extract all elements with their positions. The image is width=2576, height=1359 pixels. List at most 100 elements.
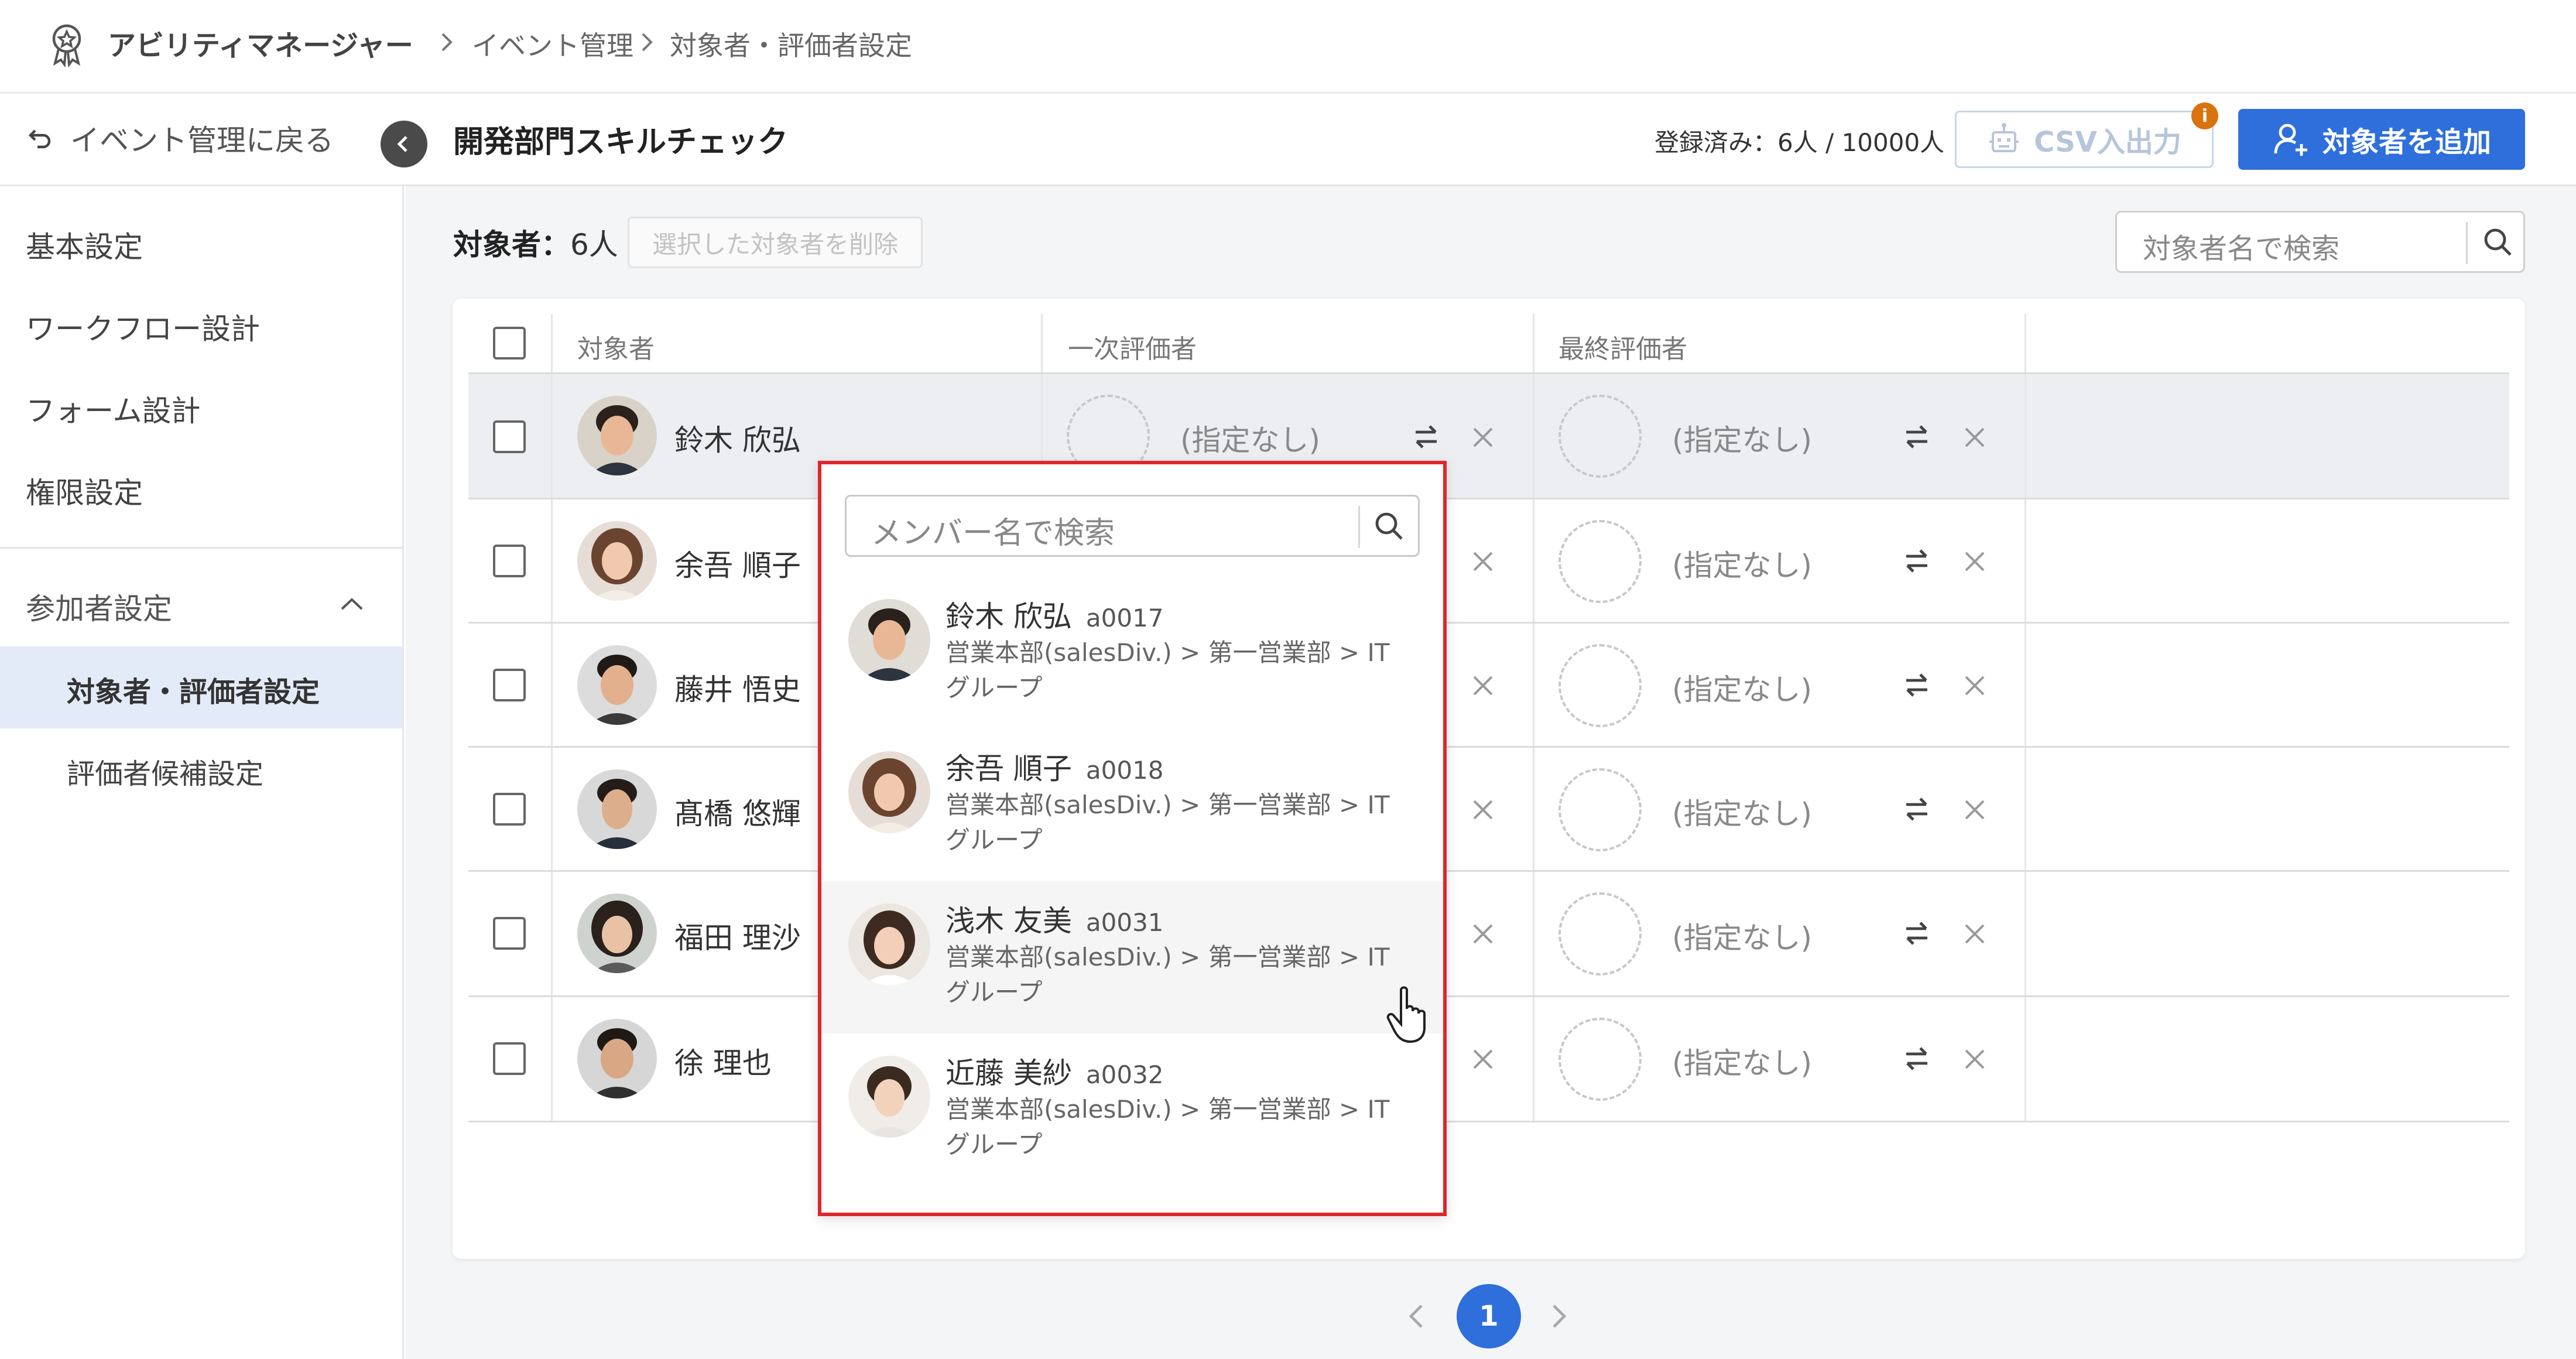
member-name-text: 浅木 友美 — [946, 904, 1072, 938]
swap-icon[interactable] — [1899, 1041, 1934, 1076]
evaluator-placeholder-avatar — [1558, 1018, 1642, 1101]
target-name: 余吾 順子 — [674, 549, 801, 583]
member-name: 近藤 美紗 a0032 — [946, 1050, 1164, 1092]
close-icon[interactable] — [1961, 548, 1988, 575]
row-checkbox[interactable] — [493, 669, 526, 701]
add-target-button[interactable]: 対象者を追加 — [2238, 109, 2525, 170]
sidebar-group-participants[interactable]: 参加者設定 — [26, 586, 172, 628]
swap-icon[interactable] — [1899, 916, 1934, 951]
close-icon[interactable] — [1469, 1046, 1496, 1073]
member-select-dropdown: メンバー名で検索 鈴木 欣弘 a0017 営業本部(salesDiv.) > 第一… — [818, 461, 1447, 1216]
chevron-left-icon — [393, 133, 415, 155]
close-icon[interactable] — [1469, 920, 1496, 947]
search-icon[interactable] — [2481, 225, 2514, 258]
sidebar-item-target-evaluator[interactable]: 対象者・評価者設定 — [67, 669, 320, 710]
member-name: 鈴木 欣弘 a0017 — [946, 593, 1164, 635]
row-divider — [468, 746, 2509, 748]
next-page-icon[interactable] — [1547, 1301, 1570, 1331]
close-icon[interactable] — [1961, 424, 1988, 451]
member-org: 営業本部(salesDiv.) > 第一営業部 > ITグループ — [946, 790, 1390, 854]
close-icon[interactable] — [1961, 796, 1988, 823]
chevron-up-icon[interactable] — [338, 595, 365, 612]
member-search-input[interactable]: メンバー名で検索 — [845, 495, 1420, 557]
registered-count: 登録済み：6人 / 10000人 — [1654, 128, 1945, 157]
swap-icon[interactable] — [1899, 667, 1934, 703]
member-search-placeholder: メンバー名で検索 — [871, 516, 1115, 551]
swap-icon[interactable] — [1409, 419, 1444, 454]
collapse-sidebar-button[interactable] — [381, 121, 427, 167]
close-icon[interactable] — [1469, 672, 1496, 699]
close-icon[interactable] — [1961, 920, 1988, 947]
member-name: 浅木 友美 a0031 — [946, 898, 1164, 940]
breadcrumb-app-name[interactable]: アビリティマネージャー — [108, 22, 413, 63]
column-header-target: 対象者 — [577, 334, 655, 364]
final-evaluator-value: (指定なし) — [1672, 921, 1813, 955]
swap-icon[interactable] — [1899, 543, 1934, 578]
search-divider — [1358, 506, 1360, 548]
final-evaluator-value: (指定なし) — [1672, 1046, 1813, 1080]
target-count: 対象者：6人 — [453, 221, 618, 263]
sidebar-item-permission[interactable]: 権限設定 — [26, 470, 143, 512]
member-option[interactable]: 鈴木 欣弘 a0017 営業本部(salesDiv.) > 第一営業部 > ITグ… — [821, 577, 1443, 729]
page-button-current[interactable]: 1 — [1457, 1284, 1521, 1348]
member-name: 余吾 順子 a0018 — [946, 745, 1164, 788]
member-option[interactable]: 浅木 友美 a0031 営業本部(salesDiv.) > 第一営業部 > ITグ… — [821, 881, 1443, 1033]
avatar — [848, 1056, 930, 1138]
sidebar-item-workflow[interactable]: ワークフロー設計 — [26, 306, 260, 348]
avatar — [577, 1019, 657, 1098]
member-org: 営業本部(salesDiv.) > 第一営業部 > ITグループ — [946, 1095, 1390, 1159]
evaluator-placeholder-avatar — [1558, 395, 1642, 478]
swap-icon[interactable] — [1899, 792, 1934, 827]
evaluator-placeholder-avatar — [1558, 768, 1642, 851]
avatar — [848, 903, 930, 985]
member-option[interactable]: 近藤 美紗 a0032 営業本部(salesDiv.) > 第一営業部 > ITグ… — [821, 1033, 1443, 1186]
close-icon[interactable] — [1469, 548, 1496, 575]
row-checkbox[interactable] — [493, 545, 526, 577]
member-org: 営業本部(salesDiv.) > 第一営業部 > ITグループ — [946, 638, 1390, 702]
column-separator — [2025, 314, 2026, 1122]
sidebar-item-evaluator-candidates[interactable]: 評価者候補設定 — [67, 751, 263, 792]
swap-icon[interactable] — [1899, 419, 1934, 454]
member-option[interactable]: 余吾 順子 a0018 営業本部(salesDiv.) > 第一営業部 > ITグ… — [821, 729, 1443, 881]
breadcrumb-item-event[interactable]: イベント管理 — [472, 25, 633, 63]
member-code: a0031 — [1085, 908, 1164, 937]
row-checkbox[interactable] — [493, 1042, 526, 1075]
delete-selected-button[interactable]: 選択した対象者を削除 — [628, 217, 923, 268]
sidebar-item-basic[interactable]: 基本設定 — [26, 224, 143, 266]
final-evaluator-value: (指定なし) — [1672, 797, 1813, 831]
select-all-checkbox[interactable] — [493, 327, 526, 360]
final-evaluator-value: (指定なし) — [1672, 673, 1813, 707]
close-icon[interactable] — [1469, 796, 1496, 823]
hand-cursor-icon — [1385, 985, 1434, 1044]
target-search-input[interactable]: 対象者名で検索 — [2115, 211, 2525, 273]
back-to-events-link[interactable]: イベント管理に戻る — [26, 117, 334, 159]
avatar — [577, 521, 657, 601]
final-evaluator-value: (指定なし) — [1672, 549, 1813, 583]
add-target-label: 対象者を追加 — [2322, 126, 2491, 159]
member-code: a0032 — [1085, 1060, 1164, 1089]
row-divider — [468, 372, 2509, 374]
evaluator-placeholder-avatar — [1558, 892, 1642, 975]
search-icon[interactable] — [1372, 509, 1405, 542]
row-checkbox[interactable] — [493, 420, 526, 453]
member-name-text: 鈴木 欣弘 — [946, 600, 1072, 634]
search-divider — [2466, 222, 2468, 264]
back-link-label: イベント管理に戻る — [70, 124, 334, 158]
row-checkbox[interactable] — [493, 793, 526, 826]
sidebar-item-form[interactable]: フォーム設計 — [26, 388, 201, 430]
close-icon[interactable] — [1961, 672, 1988, 699]
target-name: 徐 理也 — [674, 1046, 772, 1080]
member-name-text: 余吾 順子 — [946, 752, 1072, 786]
close-icon[interactable] — [1469, 424, 1496, 451]
column-header-final-evaluator: 最終評価者 — [1558, 334, 1687, 364]
target-name: 鈴木 欣弘 — [674, 423, 801, 457]
close-icon[interactable] — [1961, 1046, 1988, 1073]
csv-io-button[interactable]: CSV入出力 — [1955, 111, 2214, 168]
target-count-value: 6人 — [570, 228, 618, 262]
evaluator-placeholder-avatar — [1558, 520, 1642, 603]
prev-page-icon[interactable] — [1405, 1301, 1429, 1331]
row-checkbox[interactable] — [493, 917, 526, 950]
row-divider — [468, 498, 2509, 499]
target-count-label: 対象者： — [453, 228, 570, 262]
column-separator — [551, 314, 553, 1122]
